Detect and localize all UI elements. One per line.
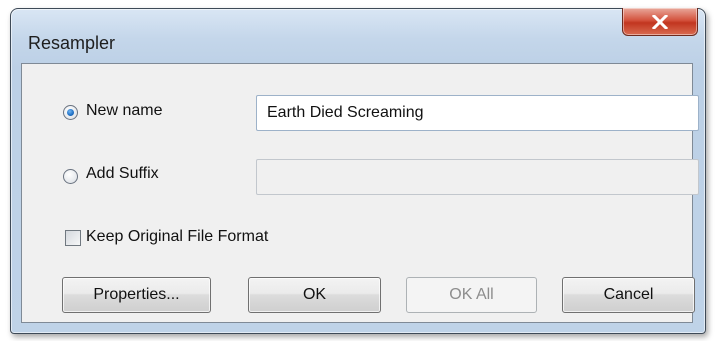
close-button[interactable] — [622, 8, 698, 36]
new-name-radio[interactable] — [63, 105, 78, 120]
cancel-button[interactable]: Cancel — [562, 277, 695, 313]
radio-selected-dot — [67, 109, 74, 116]
ok-all-button[interactable]: OK All — [406, 277, 537, 313]
window-title: Resampler — [28, 33, 116, 53]
ok-button[interactable]: OK — [248, 277, 381, 313]
properties-button[interactable]: Properties... — [62, 277, 211, 313]
add-suffix-radio[interactable] — [63, 169, 78, 184]
dialog-body: New name Earth Died Screaming Add Suffix… — [21, 63, 699, 323]
new-name-label[interactable]: New name — [86, 102, 162, 120]
resampler-dialog: Resampler New name Earth Died Screaming … — [10, 8, 706, 334]
keep-format-label[interactable]: Keep Original File Format — [86, 228, 268, 246]
add-suffix-label[interactable]: Add Suffix — [86, 165, 159, 183]
suffix-input[interactable] — [256, 159, 699, 195]
title-bar[interactable]: Resampler — [11, 8, 705, 63]
new-name-input[interactable]: Earth Died Screaming — [256, 95, 699, 131]
keep-format-checkbox[interactable] — [65, 230, 81, 246]
close-icon — [652, 14, 668, 29]
